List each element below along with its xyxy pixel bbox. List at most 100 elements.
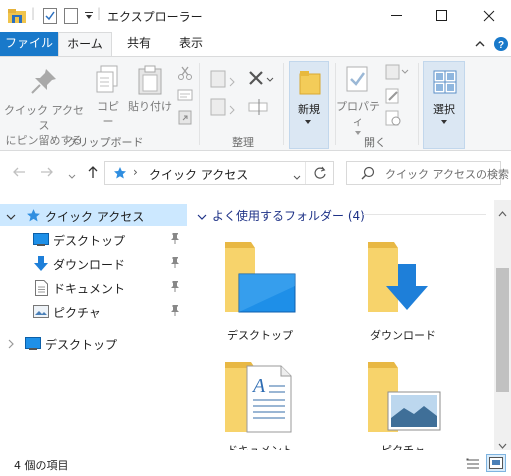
- title-separator: |: [31, 6, 36, 20]
- paste-label: 貼り付け: [128, 100, 172, 113]
- folder-tile-pictures[interactable]: ピクチャ: [348, 356, 458, 450]
- paste-icon: [138, 65, 162, 95]
- scroll-up-icon[interactable]: [498, 206, 507, 220]
- vertical-scrollbar[interactable]: [494, 200, 511, 450]
- folder-tile-documents[interactable]: A ドキュメント: [205, 356, 315, 450]
- copy-label: コピー: [97, 100, 119, 128]
- address-dropdown-icon[interactable]: [293, 170, 301, 184]
- scroll-down-icon[interactable]: [498, 438, 507, 452]
- pin-icon[interactable]: [170, 256, 180, 271]
- qat-dropdown-icon[interactable]: [84, 10, 94, 24]
- move-to-icon[interactable]: [210, 69, 238, 92]
- properties-label: プロパティ: [336, 100, 380, 128]
- help-icon[interactable]: ?: [493, 36, 509, 52]
- copy-button[interactable]: コピー: [92, 61, 124, 128]
- tab-share[interactable]: 共有: [114, 32, 164, 56]
- pin-icon[interactable]: [170, 304, 180, 319]
- copy-path-icon[interactable]: [177, 87, 193, 106]
- quick-access-star-icon: [26, 208, 41, 226]
- rename-icon[interactable]: [247, 97, 271, 120]
- folder-label: ダウンロード: [370, 329, 436, 342]
- select-dropdown-icon: [441, 120, 447, 124]
- back-arrow-icon[interactable]: [12, 165, 26, 183]
- breadcrumb-quick-access[interactable]: クイック アクセス: [149, 166, 248, 183]
- open-icon[interactable]: [385, 63, 409, 84]
- chevron-down-icon[interactable]: [6, 210, 16, 224]
- address-bar[interactable]: › クイック アクセス: [104, 161, 334, 185]
- search-box[interactable]: クイック アクセスの検索: [346, 161, 509, 185]
- up-arrow-icon[interactable]: [86, 165, 100, 183]
- picture-icon: [33, 305, 49, 321]
- details-view-icon[interactable]: [466, 457, 480, 474]
- search-input[interactable]: クイック アクセスの検索: [385, 166, 509, 182]
- sidebar-item-documents[interactable]: ドキュメント: [0, 276, 187, 298]
- folder-label: ドキュメント: [205, 442, 315, 450]
- scrollbar-thumb[interactable]: [496, 268, 509, 392]
- select-button[interactable]: 選択: [423, 61, 465, 149]
- copy-icon: [96, 65, 118, 93]
- tab-home[interactable]: ホーム: [58, 32, 112, 57]
- desktop-icon: [25, 337, 41, 353]
- pin-icon[interactable]: [170, 280, 180, 295]
- ribbon-collapse-icon[interactable]: [472, 36, 488, 52]
- large-icons-view-button[interactable]: [486, 454, 506, 472]
- tab-file[interactable]: ファイル: [0, 32, 58, 56]
- properties-button[interactable]: プロパティ: [336, 61, 380, 135]
- paste-shortcut-icon[interactable]: [177, 109, 193, 128]
- copy-to-icon[interactable]: [210, 97, 238, 120]
- edit-icon[interactable]: [385, 87, 401, 108]
- address-divider: [305, 162, 306, 184]
- properties-icon: [346, 66, 368, 92]
- group-header[interactable]: よく使用するフォルダー (4): [212, 207, 365, 224]
- download-arrow-icon: [34, 256, 48, 275]
- document-icon: [35, 280, 48, 299]
- sidebar-item-label: ドキュメント: [53, 282, 126, 296]
- folder-tile-desktop[interactable]: デスクトップ: [205, 236, 315, 356]
- chevron-right-icon[interactable]: [7, 338, 15, 352]
- close-button[interactable]: [466, 0, 511, 31]
- desktop-icon: [33, 233, 49, 249]
- pin-icon[interactable]: [170, 232, 180, 247]
- sidebar-item-label: ピクチャ: [53, 306, 101, 320]
- group-collapse-icon[interactable]: [197, 210, 207, 224]
- sidebar-item-downloads[interactable]: ダウンロード: [0, 252, 187, 274]
- new-folder-qat-icon[interactable]: [64, 8, 78, 27]
- history-icon[interactable]: [385, 109, 401, 130]
- new-folder-button[interactable]: 新規: [289, 61, 329, 149]
- folder-label: デスクトップ: [227, 329, 293, 342]
- maximize-button[interactable]: [419, 0, 464, 31]
- sidebar-item-desktop-root[interactable]: デスクトップ: [0, 332, 187, 354]
- sidebar-item-pictures[interactable]: ピクチャ: [0, 300, 187, 322]
- folder-tile-downloads[interactable]: ダウンロード: [348, 236, 458, 356]
- pin-to-quick-access-button[interactable]: クイック アクセス にピン留めする: [4, 61, 84, 147]
- tab-view[interactable]: 表示: [166, 32, 216, 56]
- pin-label-line-1: クイック アクセス: [4, 104, 84, 132]
- quick-access-star-icon: [113, 166, 127, 183]
- refresh-icon[interactable]: [313, 166, 327, 183]
- folder-label: ピクチャ: [348, 442, 458, 450]
- ribbon-tabs: ファイル ホーム 共有 表示 ?: [0, 32, 511, 57]
- pictures-folder-icon: [368, 362, 441, 432]
- open-group-label: 開く: [364, 136, 386, 149]
- new-folder-icon: [299, 71, 321, 95]
- content-pane: よく使用するフォルダー (4) デスクトップ ダウンロード A: [188, 200, 494, 450]
- item-count: 4 個の項目: [14, 459, 69, 472]
- search-icon: [361, 166, 375, 183]
- sidebar-item-desktop[interactable]: デスクトップ: [0, 228, 187, 250]
- sidebar-item-quick-access[interactable]: クイック アクセス: [0, 204, 187, 226]
- recent-dropdown-icon[interactable]: [68, 168, 76, 184]
- svg-text:?: ?: [498, 40, 504, 51]
- sidebar-item-label: クイック アクセス: [45, 210, 145, 224]
- ribbon-separator: [199, 63, 200, 145]
- delete-icon[interactable]: [247, 69, 275, 92]
- cut-icon[interactable]: [177, 65, 193, 84]
- forward-arrow-icon[interactable]: [40, 165, 54, 183]
- paste-button[interactable]: 貼り付け: [128, 61, 172, 117]
- svg-text:A: A: [251, 375, 266, 397]
- properties-qat-icon[interactable]: [43, 8, 57, 27]
- ribbon: クイック アクセス にピン留めする コピー 貼り付け クリップボード 整理 新規: [0, 56, 511, 151]
- ribbon-separator: [418, 63, 419, 145]
- new-label: 新規: [298, 103, 320, 116]
- minimize-button[interactable]: [374, 0, 419, 31]
- downloads-folder-icon: [368, 242, 428, 312]
